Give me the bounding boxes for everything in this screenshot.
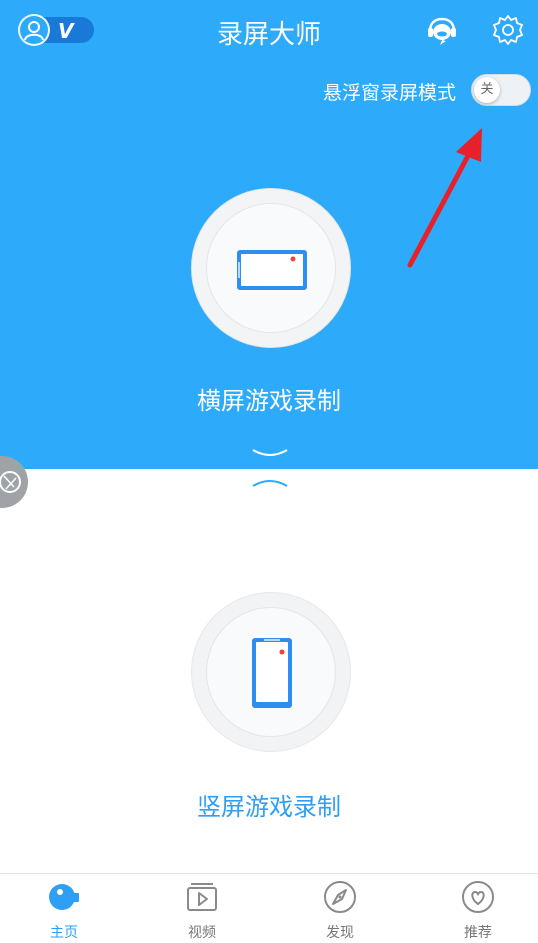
heart-icon: [462, 881, 494, 913]
chevron-up-icon[interactable]: [250, 474, 290, 490]
landscape-phone-icon: [237, 250, 307, 290]
float-mode-label: 悬浮窗录屏模式: [322, 82, 456, 104]
portrait-record-inner: [206, 607, 336, 737]
tab-home[interactable]: 主页: [14, 874, 114, 943]
tab-label: 发现: [326, 925, 354, 941]
video-play-icon: [187, 883, 217, 911]
vip-letter: V: [58, 19, 74, 43]
tab-recommend[interactable]: 推荐: [428, 874, 528, 943]
user-avatar[interactable]: [18, 14, 50, 46]
tab-label: 主页: [50, 925, 78, 941]
portrait-phone-icon: [252, 638, 292, 708]
landscape-record-button[interactable]: [191, 188, 351, 348]
floating-ball[interactable]: [0, 456, 28, 508]
tab-videos[interactable]: 视频: [152, 874, 252, 943]
gear-icon[interactable]: [491, 13, 525, 47]
user-icon: [24, 21, 44, 41]
customer-service-icon[interactable]: [425, 14, 459, 48]
float-mode-row: 悬浮窗录屏模式 关: [0, 72, 538, 106]
compass-icon: [324, 881, 356, 913]
user-vip-badge[interactable]: V: [18, 14, 96, 46]
header: V 录屏大师: [0, 0, 538, 62]
bottom-tab-bar: 主页 视频 发现 推荐: [0, 873, 538, 943]
landscape-record-inner: [206, 203, 336, 333]
tab-discover[interactable]: 发现: [290, 874, 390, 943]
aperture-icon: [0, 471, 21, 493]
tab-label: 视频: [188, 925, 216, 941]
tab-label: 推荐: [464, 925, 492, 941]
portrait-mode-label: 竖屏游戏录制: [197, 793, 341, 821]
float-mode-toggle[interactable]: 关: [471, 74, 531, 106]
landscape-mode-label: 横屏游戏录制: [197, 387, 341, 415]
toggle-knob: 关: [474, 77, 500, 103]
landscape-panel[interactable]: V 录屏大师 悬浮窗录屏模式 关 横屏游戏录制: [0, 0, 538, 469]
camera-icon: [49, 884, 79, 910]
chevron-down-icon[interactable]: [250, 446, 290, 462]
portrait-record-button[interactable]: [191, 592, 351, 752]
